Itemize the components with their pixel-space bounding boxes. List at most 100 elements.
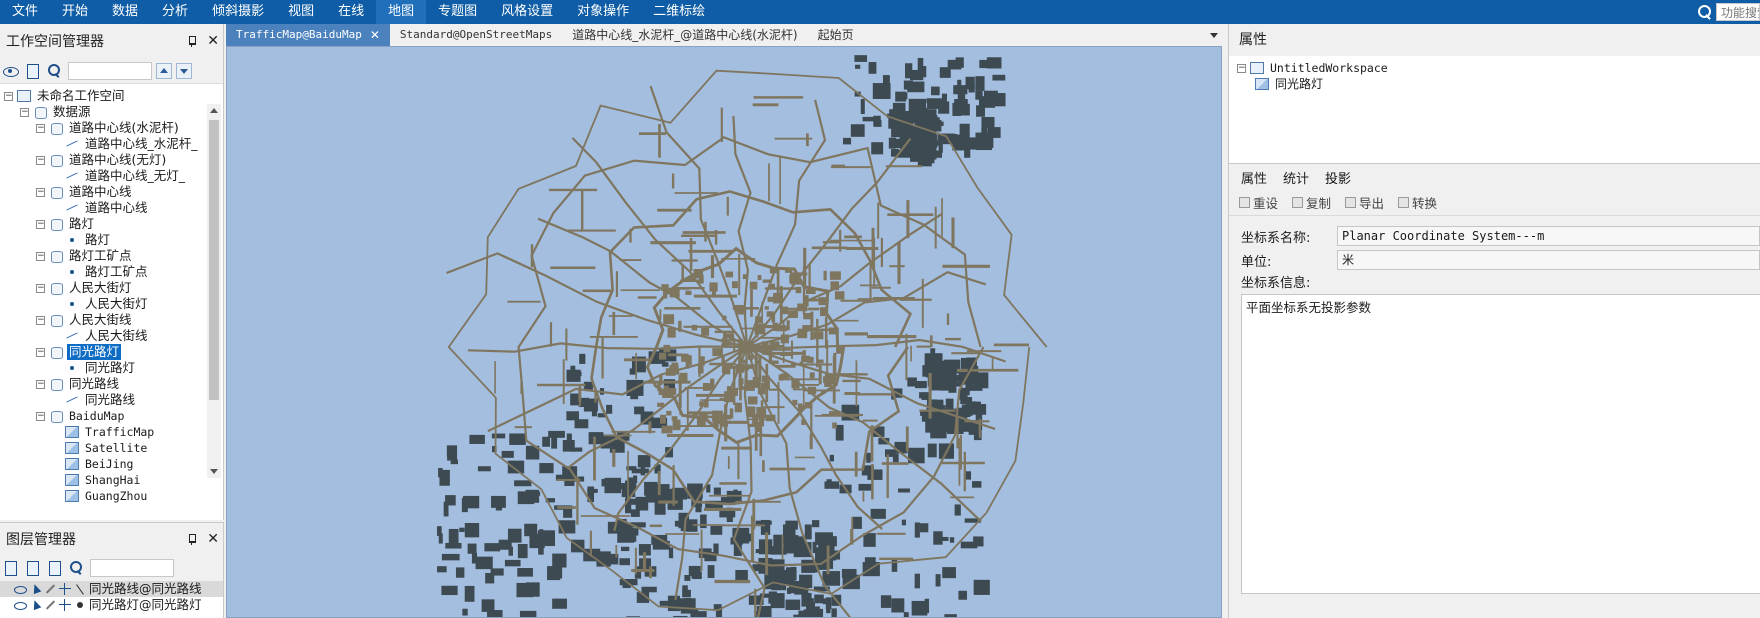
snap-toggle-icon[interactable] xyxy=(59,599,71,611)
visibility-icon[interactable] xyxy=(2,63,20,79)
tree-node[interactable]: − 道路中心线 xyxy=(0,184,208,200)
tree-node[interactable]: TrafficMap xyxy=(0,424,208,440)
search-icon[interactable] xyxy=(1696,4,1712,20)
menu-item[interactable]: 文件 xyxy=(0,0,50,24)
close-icon[interactable]: ✕ xyxy=(207,532,219,546)
copy-button[interactable]: 复制 xyxy=(1292,193,1331,212)
editable-toggle-icon[interactable] xyxy=(44,583,56,595)
tree-node[interactable]: ShangHai xyxy=(0,472,208,488)
menu-item[interactable]: 倾斜摄影 xyxy=(200,0,276,24)
workspace-tree-scrollbar[interactable] xyxy=(207,104,221,478)
tree-node[interactable]: − 路灯工矿点 xyxy=(0,248,208,264)
menu-item[interactable]: 视图 xyxy=(276,0,326,24)
pin-icon[interactable] xyxy=(185,532,199,546)
collapse-toggle-icon[interactable]: − xyxy=(1237,63,1246,73)
workspace-search-input[interactable] xyxy=(68,61,152,80)
find-icon[interactable] xyxy=(46,63,64,79)
function-search-input[interactable]: 功能搜索 xyxy=(1716,3,1760,21)
tree-node[interactable]: GuangZhou xyxy=(0,488,208,504)
editable-toggle-icon[interactable] xyxy=(44,599,56,611)
pin-icon[interactable] xyxy=(185,34,199,48)
tree-node[interactable]: 道路中心线 xyxy=(0,200,208,216)
map-document-tab[interactable]: 起始页 xyxy=(808,24,864,46)
menu-item[interactable]: 分析 xyxy=(150,0,200,24)
tree-node[interactable]: 同光路灯 xyxy=(0,360,208,376)
map-canvas[interactable] xyxy=(226,46,1222,618)
tree-node[interactable]: − 道路中心线(无灯) xyxy=(0,152,208,168)
tree-node[interactable]: 同光路线 xyxy=(0,392,208,408)
layer-group-icon[interactable] xyxy=(24,560,42,576)
visible-toggle-icon[interactable] xyxy=(14,583,27,595)
add-layer-icon[interactable] xyxy=(2,560,20,576)
scroll-down-icon[interactable] xyxy=(210,469,218,474)
collapse-toggle-icon[interactable]: − xyxy=(36,123,45,133)
convert-button[interactable]: 转换 xyxy=(1398,193,1437,212)
menu-item[interactable]: 专题图 xyxy=(426,0,489,24)
tab-list-dropdown-icon[interactable] xyxy=(1208,24,1222,46)
layer-row[interactable]: 同光路线@同光路线 xyxy=(0,581,223,597)
collapse-toggle-icon[interactable]: − xyxy=(4,91,13,101)
layer-style-icon[interactable] xyxy=(46,560,64,576)
unit-field[interactable]: 米 xyxy=(1337,250,1760,270)
tree-node[interactable]: BeiJing xyxy=(0,456,208,472)
tree-node[interactable]: − 人民大街灯 xyxy=(0,280,208,296)
map-document-tab[interactable]: Standard@OpenStreetMaps xyxy=(390,24,562,46)
tree-node[interactable]: − 人民大街线 xyxy=(0,312,208,328)
cs-info-textarea[interactable]: 平面坐标系无投影参数 xyxy=(1241,294,1760,594)
selectable-toggle-icon[interactable] xyxy=(29,583,41,595)
export-button[interactable]: 导出 xyxy=(1345,193,1384,212)
menu-item[interactable]: 对象操作 xyxy=(565,0,641,24)
tree-node[interactable]: − 同光路灯 xyxy=(0,344,208,360)
selectable-toggle-icon[interactable] xyxy=(29,599,41,611)
map-document-tab[interactable]: TrafficMap@BaiduMap ✕ xyxy=(226,24,390,46)
map-rendering[interactable] xyxy=(227,47,1222,618)
close-tab-icon[interactable]: ✕ xyxy=(370,24,380,46)
document-icon[interactable] xyxy=(24,63,42,79)
reset-button[interactable]: 重设 xyxy=(1239,193,1278,212)
menu-item[interactable]: 风格设置 xyxy=(489,0,565,24)
move-up-button[interactable] xyxy=(156,62,172,79)
collapse-toggle-icon[interactable]: − xyxy=(36,187,45,197)
collapse-toggle-icon[interactable]: − xyxy=(36,379,45,389)
tree-node[interactable]: − 路灯 xyxy=(0,216,208,232)
tree-node[interactable]: 路灯 xyxy=(0,232,208,248)
map-document-tab[interactable]: 道路中心线_水泥杆_@道路中心线(水泥杆) xyxy=(562,24,807,46)
menu-item[interactable]: 地图 xyxy=(376,0,427,24)
collapse-toggle-icon[interactable]: − xyxy=(36,219,45,229)
tree-node[interactable]: Satellite xyxy=(0,440,208,456)
find-icon[interactable] xyxy=(68,560,86,576)
collapse-toggle-icon[interactable]: − xyxy=(36,347,45,357)
properties-tab[interactable]: 投影 xyxy=(1319,168,1357,187)
layer-row[interactable]: 同光路灯@同光路灯 xyxy=(0,597,223,613)
menu-item[interactable]: 开始 xyxy=(50,0,100,24)
visible-toggle-icon[interactable] xyxy=(14,599,27,611)
tree-node[interactable]: − 道路中心线(水泥杆) xyxy=(0,120,208,136)
tree-node[interactable]: − UntitledWorkspace xyxy=(1237,60,1760,76)
collapse-toggle-icon[interactable]: − xyxy=(36,251,45,261)
tree-node[interactable]: − 同光路线 xyxy=(0,376,208,392)
tree-node[interactable]: − 数据源 xyxy=(0,104,208,120)
tree-node[interactable]: 道路中心线_无灯_ xyxy=(0,168,208,184)
tree-node[interactable]: − 未命名工作空间 xyxy=(0,88,208,104)
scroll-up-icon[interactable] xyxy=(210,108,218,113)
close-icon[interactable]: ✕ xyxy=(207,34,219,48)
menu-item[interactable]: 二维标绘 xyxy=(641,0,717,24)
tree-node[interactable]: 路灯工矿点 xyxy=(0,264,208,280)
properties-tab[interactable]: 属性 xyxy=(1235,168,1273,187)
properties-tab[interactable]: 统计 xyxy=(1277,168,1315,187)
cs-name-field[interactable]: Planar Coordinate System---m xyxy=(1337,226,1760,246)
tree-node[interactable]: 人民大街灯 xyxy=(0,296,208,312)
tree-node[interactable]: 人民大街线 xyxy=(0,328,208,344)
collapse-toggle-icon[interactable]: − xyxy=(36,315,45,325)
tree-node[interactable]: 同光路灯 xyxy=(1237,76,1760,92)
snap-toggle-icon[interactable] xyxy=(59,583,71,595)
layer-search-input[interactable] xyxy=(90,559,174,577)
collapse-toggle-icon[interactable]: − xyxy=(20,107,29,117)
move-down-button[interactable] xyxy=(176,62,192,79)
collapse-toggle-icon[interactable]: − xyxy=(36,411,45,421)
scroll-thumb[interactable] xyxy=(209,120,219,400)
menu-item[interactable]: 数据 xyxy=(100,0,150,24)
menu-item[interactable]: 在线 xyxy=(326,0,376,24)
collapse-toggle-icon[interactable]: − xyxy=(36,283,45,293)
tree-node[interactable]: 道路中心线_水泥杆_ xyxy=(0,136,208,152)
